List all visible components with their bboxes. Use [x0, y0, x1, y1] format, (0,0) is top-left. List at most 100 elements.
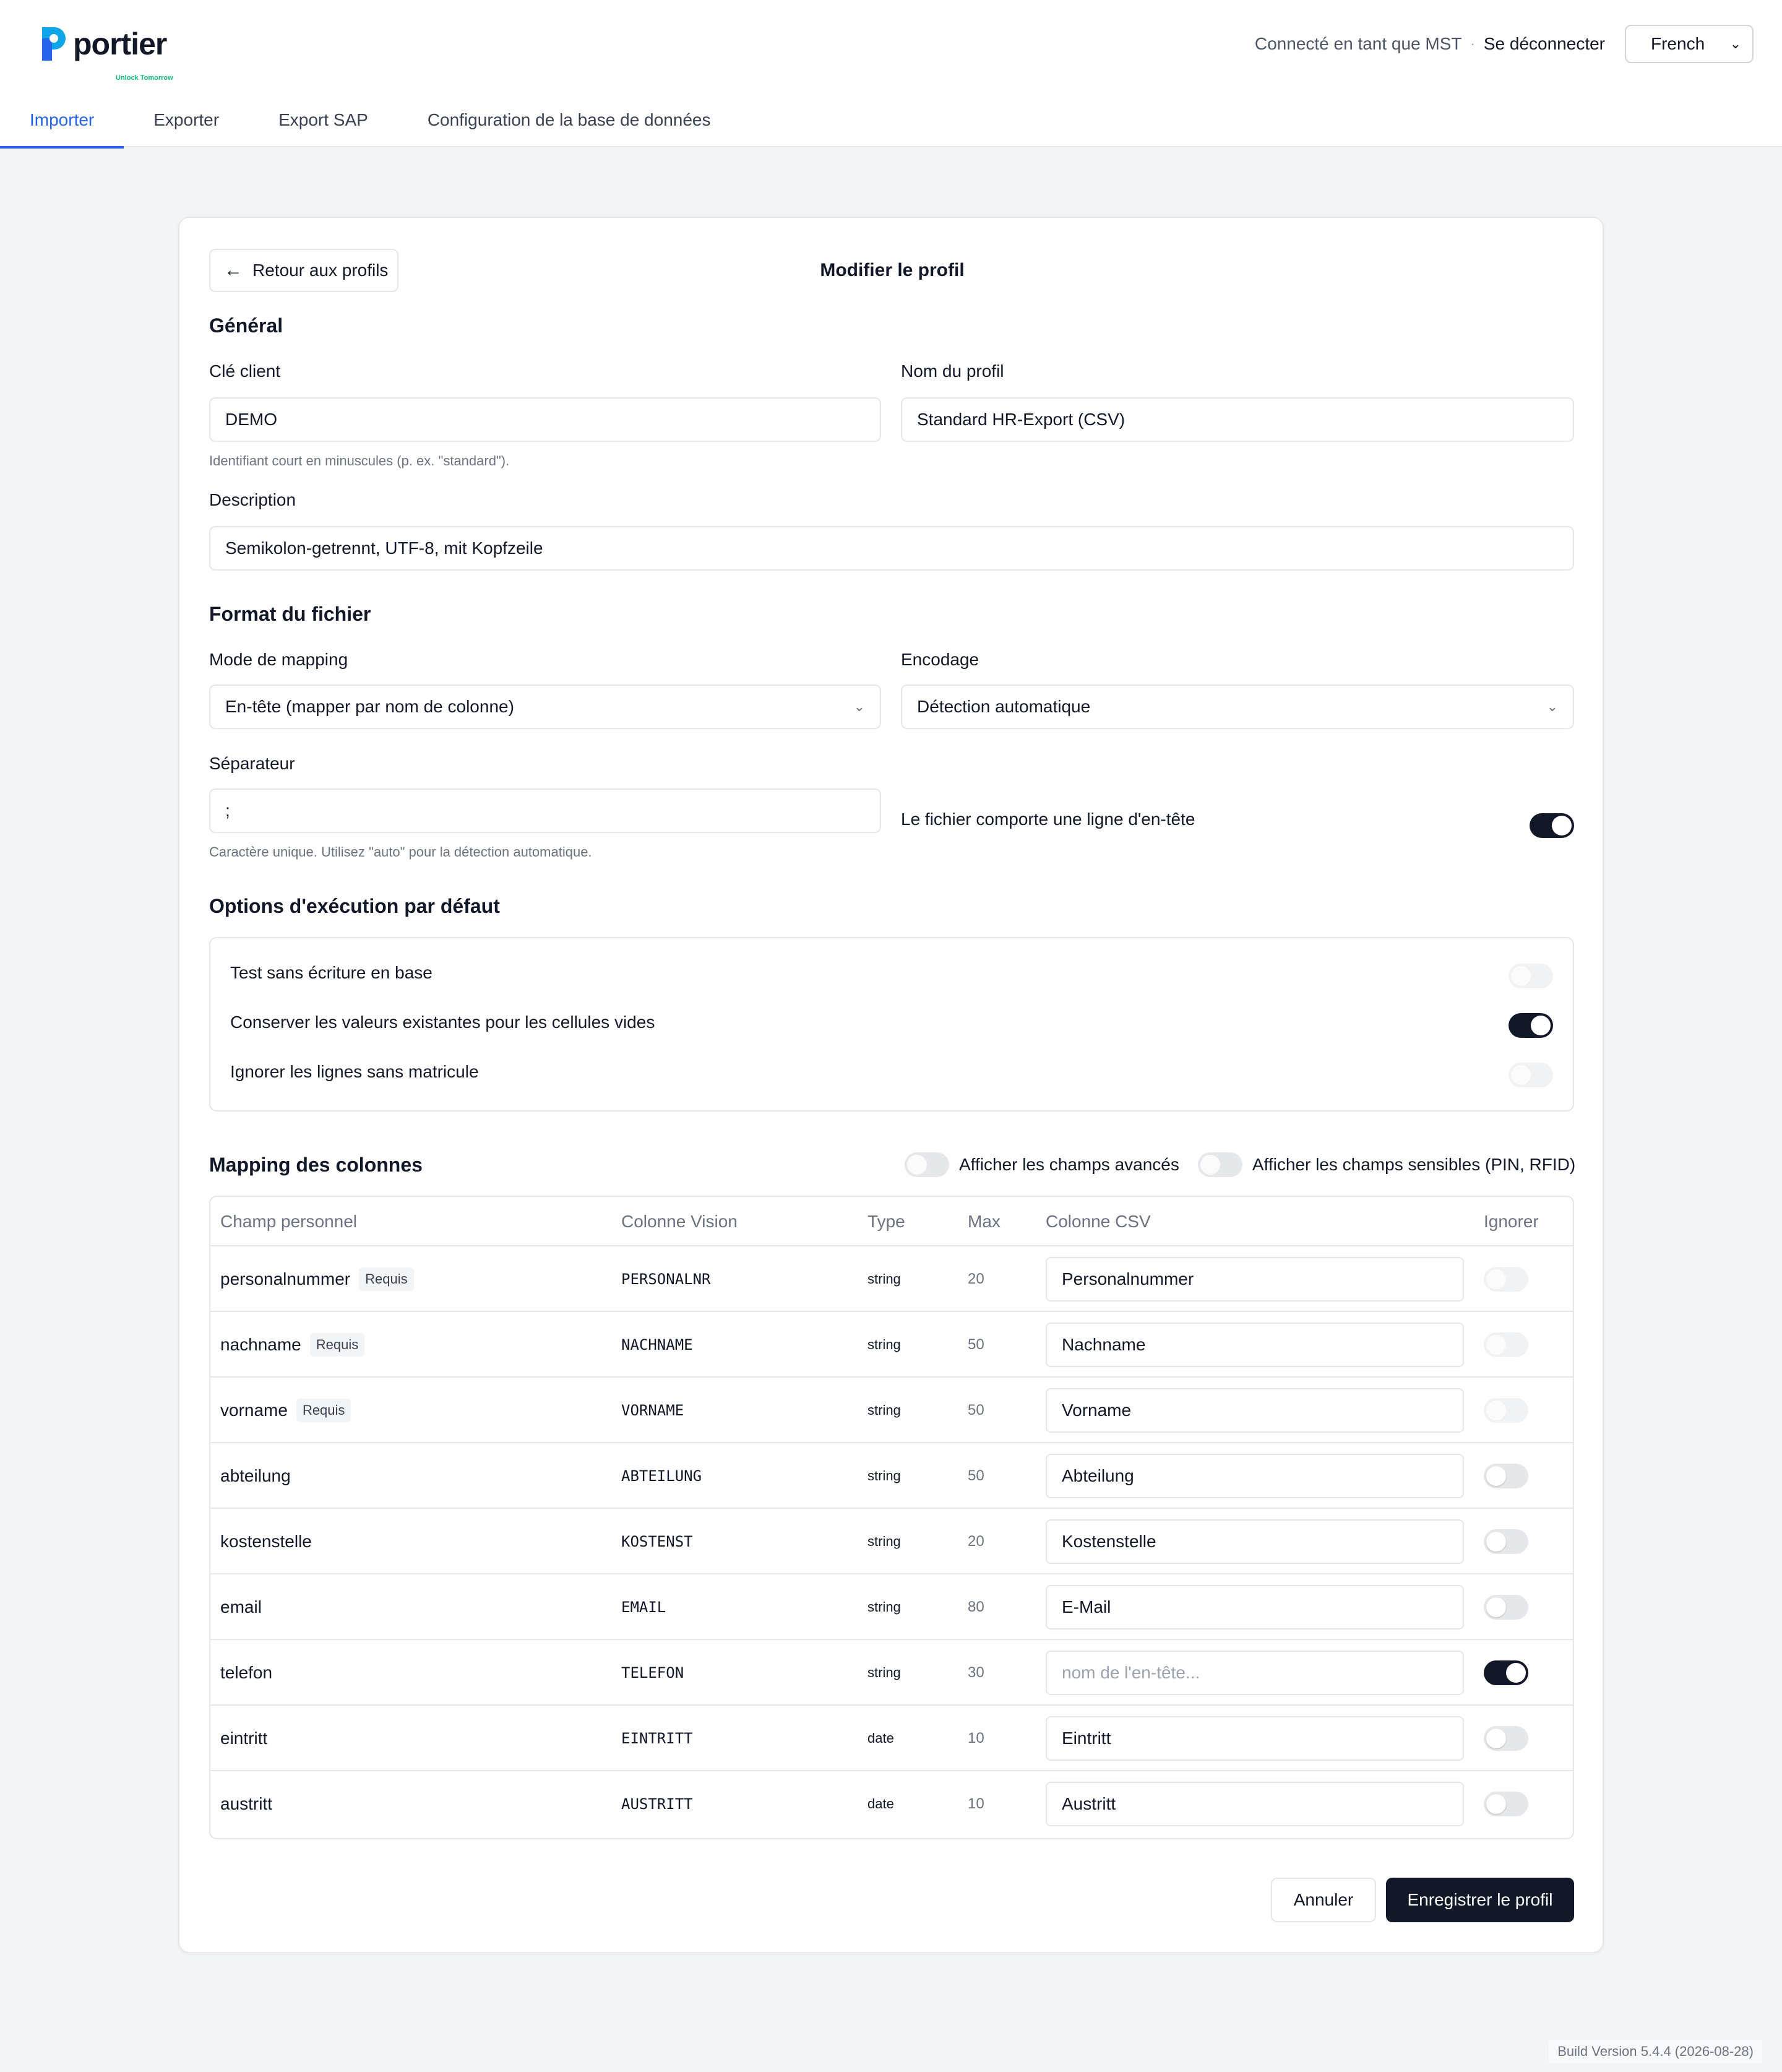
section-run-options-title: Options d'exécution par défaut	[209, 895, 500, 917]
ignore-toggle[interactable]	[1484, 1595, 1528, 1620]
csv-column-input[interactable]: Nachname	[1046, 1323, 1464, 1367]
csv-column-input[interactable]: Personalnummer	[1046, 1257, 1464, 1301]
table-row: vorname Requis VORNAME string 50 Vorname	[210, 1378, 1573, 1443]
portier-logo-icon	[42, 27, 66, 61]
csv-column-input[interactable]: Kostenstelle	[1046, 1519, 1464, 1564]
vision-column-cell: VORNAME	[621, 1402, 684, 1419]
type-cell: string	[867, 1402, 901, 1418]
type-cell: string	[867, 1468, 901, 1483]
field-name: email	[220, 1597, 262, 1617]
required-badge: Requis	[359, 1267, 414, 1291]
csv-column-value: Eintritt	[1062, 1729, 1111, 1748]
encoding-select[interactable]: Détection automatique ⌄	[901, 684, 1574, 729]
option-keep-existing: Conserver les valeurs existantes pour le…	[230, 1004, 1553, 1041]
field-cell: nachname Requis	[220, 1312, 365, 1378]
portier-logo[interactable]: portier Unlock Tomorrow	[38, 22, 173, 82]
max-length-cell: 10	[968, 1795, 984, 1812]
header-row-toggle[interactable]	[1530, 813, 1574, 838]
csv-column-input[interactable]: Abteilung	[1046, 1454, 1464, 1498]
separator-input[interactable]: ;	[209, 788, 881, 833]
field-cell: telefon	[220, 1640, 272, 1706]
type-cell: date	[867, 1730, 894, 1746]
option-keep-existing-toggle[interactable]	[1509, 1013, 1553, 1038]
table-row: eintritt EINTRITT date 10 Eintritt	[210, 1706, 1573, 1771]
type-cell: date	[867, 1796, 894, 1811]
field-cell: eintritt	[220, 1706, 267, 1771]
column-header-ignore: Ignorer	[1484, 1212, 1539, 1231]
chevron-down-icon: ⌄	[1546, 699, 1558, 714]
option-skip-no-id-label: Ignorer les lignes sans matricule	[230, 1062, 479, 1081]
csv-column-cell: Personalnummer	[1046, 1246, 1464, 1312]
run-options-box: Test sans écriture en base Conserver les…	[209, 937, 1574, 1112]
field-cell: austritt	[220, 1771, 272, 1837]
column-mapping-table: Champ personnel Colonne Vision Type Max …	[209, 1196, 1574, 1839]
max-length-cell: 50	[968, 1336, 984, 1353]
build-version: Build Version 5.4.4 (2026-08-28)	[1549, 2040, 1762, 2063]
section-general-title: Général	[209, 314, 283, 337]
option-dry-run-label: Test sans écriture en base	[230, 963, 433, 982]
profile-name-value: Standard HR-Export (CSV)	[917, 410, 1126, 429]
csv-column-value: Abteilung	[1062, 1466, 1134, 1485]
vision-column-cell: TELEFON	[621, 1664, 684, 1681]
ignore-toggle[interactable]	[1484, 1792, 1528, 1816]
table-row: personalnummer Requis PERSONALNR string 20 Pe…	[210, 1246, 1573, 1312]
column-header-field: Champ personnel	[220, 1212, 358, 1231]
field-cell: kostenstelle	[220, 1509, 312, 1574]
section-mapping-title: Mapping des colonnes	[209, 1154, 423, 1176]
max-length-cell: 20	[968, 1533, 984, 1550]
tab-database-config[interactable]: Configuration de la base de données	[398, 93, 741, 147]
ignore-toggle[interactable]	[1484, 1529, 1528, 1554]
ignore-toggle[interactable]	[1484, 1332, 1528, 1357]
logout-link[interactable]: Se déconnecter	[1484, 34, 1605, 54]
option-skip-no-id-toggle[interactable]	[1509, 1063, 1553, 1087]
mapping-mode-select[interactable]: En-tête (mapper par nom de colonne) ⌄	[209, 684, 881, 729]
separator-label: Séparateur	[209, 754, 295, 773]
field-name: kostenstelle	[220, 1532, 312, 1551]
show-advanced-toggle[interactable]	[905, 1152, 949, 1177]
table-header: Champ personnel Colonne Vision Type Max …	[210, 1197, 1573, 1246]
cancel-button[interactable]: Annuler	[1271, 1878, 1376, 1922]
vision-column-cell: KOSTENST	[621, 1533, 693, 1550]
csv-column-input[interactable]: Eintritt	[1046, 1716, 1464, 1761]
tab-importer[interactable]: Importer	[0, 93, 124, 149]
tab-export-sap[interactable]: Export SAP	[249, 93, 398, 147]
show-sensitive-toggle[interactable]	[1197, 1152, 1242, 1177]
logo-tagline: Unlock Tomorrow	[116, 74, 173, 82]
csv-column-input[interactable]: nom de l'en-tête...	[1046, 1651, 1464, 1695]
csv-column-value: Vorname	[1062, 1401, 1132, 1420]
max-length-cell: 20	[968, 1271, 984, 1287]
top-bar: portier Unlock Tomorrow Connecté en tant…	[0, 0, 1782, 149]
profile-name-label: Nom du profil	[901, 361, 1004, 381]
language-select[interactable]: French ⌄	[1625, 25, 1754, 63]
option-skip-no-id: Ignorer les lignes sans matricule	[230, 1053, 1553, 1090]
ignore-toggle[interactable]	[1484, 1660, 1528, 1685]
ignore-toggle[interactable]	[1484, 1464, 1528, 1488]
type-cell: string	[867, 1599, 901, 1615]
field-name: abteilung	[220, 1466, 291, 1485]
csv-column-input[interactable]: Austritt	[1046, 1782, 1464, 1826]
separator-hint: Caractère unique. Utilisez "auto" pour l…	[209, 844, 592, 860]
csv-column-cell: nom de l'en-tête...	[1046, 1640, 1464, 1706]
table-row: abteilung ABTEILUNG string 50 Abteilung	[210, 1443, 1573, 1509]
profile-name-input[interactable]: Standard HR-Export (CSV)	[901, 397, 1574, 442]
field-name: nachname	[220, 1335, 301, 1354]
csv-column-value: Nachname	[1062, 1335, 1146, 1354]
client-key-input[interactable]: DEMO	[209, 397, 881, 442]
csv-column-input[interactable]: E-Mail	[1046, 1585, 1464, 1630]
tab-exporter[interactable]: Exporter	[124, 93, 249, 147]
ignore-cell	[1484, 1246, 1528, 1312]
csv-column-cell: Abteilung	[1046, 1443, 1464, 1509]
ignore-toggle[interactable]	[1484, 1398, 1528, 1423]
ignore-toggle[interactable]	[1484, 1267, 1528, 1292]
option-dry-run-toggle[interactable]	[1509, 964, 1553, 988]
field-name: austritt	[220, 1794, 273, 1813]
show-sensitive-label: Afficher les champs sensibles (PIN, RFID…	[1252, 1155, 1576, 1174]
save-profile-button[interactable]: Enregistrer le profil	[1386, 1878, 1574, 1922]
ignore-toggle[interactable]	[1484, 1726, 1528, 1751]
csv-column-cell: E-Mail	[1046, 1574, 1464, 1640]
csv-column-input[interactable]: Vorname	[1046, 1388, 1464, 1433]
user-bar: Connecté en tant que MST · Se déconnecte…	[1255, 25, 1782, 63]
ignore-cell	[1484, 1312, 1528, 1378]
type-cell: string	[867, 1665, 901, 1680]
description-input[interactable]: Semikolon-getrennt, UTF-8, mit Kopfzeile	[209, 526, 1574, 571]
